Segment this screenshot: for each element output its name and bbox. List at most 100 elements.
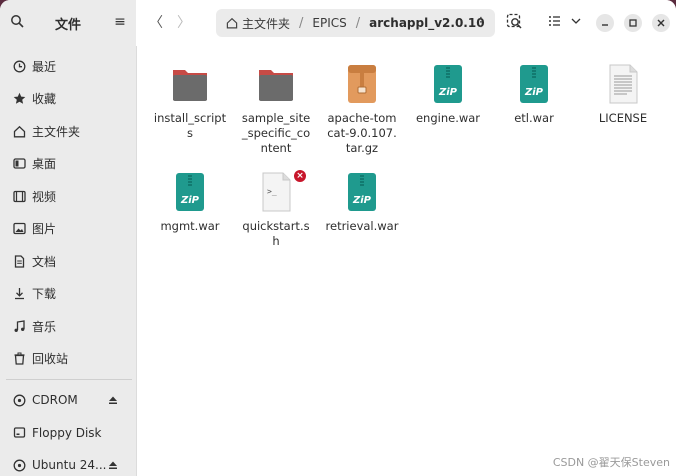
file-grid: install_scripts sample_site_specific_con… — [137, 46, 676, 476]
file-item-engine-war[interactable]: ZiP engine.war — [405, 64, 491, 126]
desktop-icon — [12, 157, 26, 171]
zip-icon: ZiP — [170, 172, 210, 214]
home-icon — [226, 17, 238, 29]
sidebar-item-label: 收藏 — [32, 92, 57, 107]
document-icon — [12, 254, 26, 268]
sidebar-item-desktop[interactable]: 桌面 — [0, 148, 136, 181]
watermark: CSDN @翟天保Steven — [552, 456, 670, 469]
sidebar-item-label: 最近 — [32, 59, 57, 74]
search-location-icon[interactable] — [506, 13, 526, 33]
file-name: etl.war — [514, 111, 554, 125]
home-icon — [12, 124, 26, 138]
disc-icon — [12, 393, 26, 407]
text-file-icon — [603, 64, 643, 106]
zip-label: ZiP — [180, 195, 200, 206]
header-bar: 〈 〉 主文件夹 / EPICS / archappl_v2.0.10 ⋮ — [136, 0, 676, 46]
sidebar-header: 文件 ≡ — [0, 0, 136, 46]
eject-icon[interactable] — [108, 394, 118, 404]
file-name: quickstart.sh — [242, 219, 310, 248]
file-item-etl-war[interactable]: ZiP etl.war — [491, 64, 577, 126]
sidebar-devices: CDROM Floppy Disk Ubuntu 24... — [0, 384, 136, 476]
sidebar-item-floppy-disk[interactable]: Floppy Disk — [0, 417, 136, 450]
sidebar-item-cdrom[interactable]: CDROM — [0, 384, 136, 417]
file-item-install-scripts[interactable]: install_scripts — [147, 64, 233, 141]
file-item-sample-site-specific-content[interactable]: sample_site_specific_content — [233, 64, 319, 156]
zip-label: ZiP — [352, 195, 372, 206]
file-name: retrieval.war — [325, 219, 399, 233]
hamburger-menu-icon[interactable]: ≡ — [112, 14, 128, 30]
breadcrumb-separator: / — [355, 15, 361, 31]
sidebar-item-label: 音乐 — [32, 319, 57, 334]
file-name: install_scripts — [153, 111, 227, 140]
folder-icon — [170, 64, 210, 106]
breadcrumb-current[interactable]: archappl_v2.0.10 — [369, 16, 484, 30]
script-file-icon: >_ × — [256, 170, 306, 214]
sidebar-item-trash[interactable]: 回收站 — [0, 343, 136, 376]
sidebar-item-label: CDROM — [32, 393, 78, 408]
sidebar-item-label: 文档 — [32, 254, 57, 269]
breadcrumb: 主文件夹 / EPICS / archappl_v2.0.10 ⋮ — [216, 9, 495, 37]
sidebar-places: 最近 收藏 主文件夹 桌面 视频 图片 文档 下载 音乐 回收站 — [0, 50, 136, 375]
script-glyph: >_ — [267, 187, 277, 196]
file-item-apache-tomcat[interactable]: apache-tomcat-9.0.107.tar.gz — [319, 64, 405, 156]
eject-icon[interactable] — [108, 459, 118, 469]
maximize-button[interactable] — [624, 14, 642, 32]
sidebar: 文件 ≡ 最近 收藏 主文件夹 桌面 视频 图片 文档 下载 音乐 回收站 CD… — [0, 0, 137, 476]
breadcrumb-home[interactable]: 主文件夹 — [226, 15, 290, 32]
sidebar-item-documents[interactable]: 文档 — [0, 245, 136, 278]
sidebar-item-label: 下载 — [32, 287, 57, 302]
sidebar-item-ubuntu[interactable]: Ubuntu 24... — [0, 449, 136, 476]
zip-icon: ZiP — [342, 172, 382, 214]
file-item-mgmt-war[interactable]: ZiP mgmt.war — [147, 172, 233, 234]
sidebar-item-label: 视频 — [32, 189, 57, 204]
sidebar-item-label: 主文件夹 — [32, 124, 81, 139]
sidebar-item-home[interactable]: 主文件夹 — [0, 115, 136, 148]
sidebar-item-label: Floppy Disk — [32, 425, 102, 440]
close-button[interactable] — [652, 14, 670, 32]
disc-icon — [12, 458, 26, 472]
zip-icon: ZiP — [514, 64, 554, 106]
folder-icon — [256, 64, 296, 106]
breadcrumb-epics[interactable]: EPICS — [312, 16, 346, 30]
breadcrumb-separator: / — [299, 15, 304, 31]
file-item-retrieval-war[interactable]: ZiP retrieval.war — [319, 172, 405, 234]
file-name: apache-tomcat-9.0.107.tar.gz — [327, 111, 397, 155]
file-name: sample_site_specific_content — [241, 111, 311, 155]
sidebar-item-label: Ubuntu 24... — [32, 458, 107, 473]
sidebar-item-label: 桌面 — [32, 157, 57, 172]
video-icon — [12, 189, 26, 203]
back-button[interactable]: 〈 — [146, 12, 166, 34]
sidebar-item-pictures[interactable]: 图片 — [0, 213, 136, 246]
view-list-icon[interactable] — [547, 13, 567, 33]
zip-label: ZiP — [438, 87, 458, 98]
trash-icon — [12, 352, 26, 366]
music-icon — [12, 319, 26, 333]
clock-icon — [12, 59, 26, 73]
forward-button[interactable]: 〉 — [174, 12, 194, 34]
file-name: engine.war — [415, 111, 481, 125]
file-item-quickstart-sh[interactable]: >_ × quickstart.sh — [233, 170, 319, 249]
breadcrumb-label: 主文件夹 — [242, 16, 291, 31]
file-manager-window: 文件 ≡ 最近 收藏 主文件夹 桌面 视频 图片 文档 下载 音乐 回收站 CD… — [0, 0, 676, 476]
file-name: LICENSE — [598, 111, 648, 125]
archive-icon — [342, 64, 382, 106]
file-item-license[interactable]: LICENSE — [580, 64, 666, 126]
sidebar-item-label: 回收站 — [32, 352, 69, 367]
sidebar-item-videos[interactable]: 视频 — [0, 180, 136, 213]
sidebar-item-downloads[interactable]: 下载 — [0, 278, 136, 311]
kebab-menu-icon[interactable]: ⋮ — [473, 15, 489, 31]
zip-icon: ZiP — [428, 64, 468, 106]
sidebar-divider — [6, 379, 132, 380]
picture-icon — [12, 222, 26, 236]
sidebar-item-starred[interactable]: 收藏 — [0, 83, 136, 116]
star-icon — [12, 92, 26, 106]
error-badge-icon: × — [294, 170, 306, 182]
chevron-down-icon[interactable] — [570, 13, 582, 33]
download-icon — [12, 287, 26, 301]
file-name: mgmt.war — [160, 219, 220, 233]
drive-icon — [12, 426, 26, 440]
minimize-button[interactable] — [596, 14, 614, 32]
sidebar-item-music[interactable]: 音乐 — [0, 310, 136, 343]
sidebar-item-recent[interactable]: 最近 — [0, 50, 136, 83]
zip-label: ZiP — [524, 87, 544, 98]
